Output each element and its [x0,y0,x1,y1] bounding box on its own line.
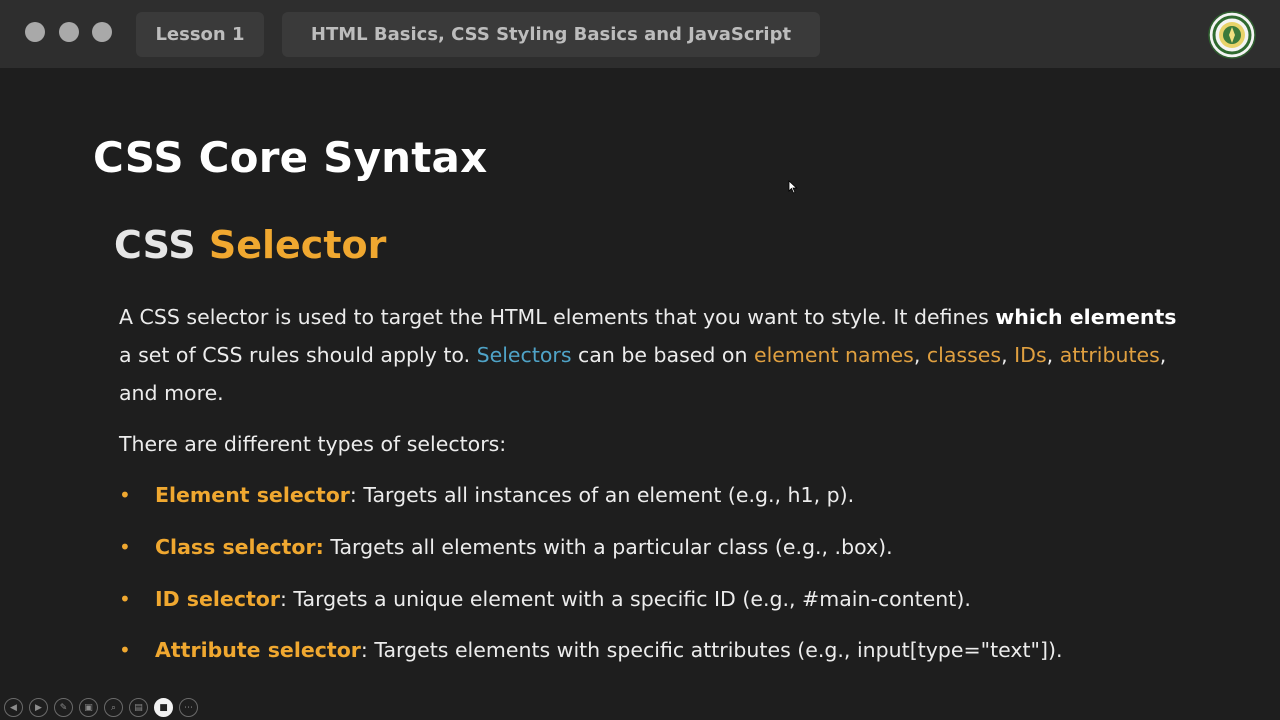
slideshow-controls: ◀ ▶ ✎ ▣ ⌕ ▤ ■ ⋯ [4,698,198,717]
section-title-highlight: Selector [208,223,387,267]
intro-paragraph: A CSS selector is used to target the HTM… [119,298,1179,412]
tab-lesson-label: Lesson 1 [155,24,245,45]
presentation-topbar: Lesson 1 HTML Basics, CSS Styling Basics… [0,0,1280,68]
slide-title: CSS Core Syntax [93,133,488,182]
bullet-content: Element selector: Targets all instances … [155,477,854,513]
slides-icon[interactable]: ▣ [79,698,98,717]
intro-highlight-classes: classes [926,343,1002,367]
window-maximize-dot[interactable] [92,22,112,42]
bullet-content: Attribute selector: Targets elements wit… [155,632,1063,668]
prev-slide-icon[interactable]: ◀ [4,698,23,717]
intro-text-2: a set of CSS rules should apply to. [119,343,477,367]
window-close-dot[interactable] [25,22,45,42]
next-slide-icon[interactable]: ▶ [29,698,48,717]
tab-course-title-label: HTML Basics, CSS Styling Basics and Java… [310,24,792,45]
tab-lesson[interactable]: Lesson 1 [136,12,264,57]
camera-icon[interactable]: ■ [154,698,173,717]
zoom-icon[interactable]: ⌕ [104,698,123,717]
intro-highlight-selectors: Selectors [476,343,572,367]
bullet-dot-icon: • [119,535,131,559]
bullet-description: : Targets a unique element with a specif… [279,587,971,611]
tab-course-title[interactable]: HTML Basics, CSS Styling Basics and Java… [282,12,820,57]
bullet-description: Targets all elements with a particular c… [323,535,893,559]
mouse-pointer-icon [788,180,798,194]
bullet-term: Attribute selector [155,638,361,662]
bullet-dot-icon: • [119,483,131,507]
intro-highlight-attributes: attributes [1059,343,1160,367]
intro-text-1: A CSS selector is used to target the HTM… [119,305,996,329]
types-intro-paragraph: There are different types of selectors: [119,432,507,456]
window-minimize-dot[interactable] [59,22,79,42]
intro-highlight-ids: IDs [1014,343,1047,367]
section-title: CSS Selector [114,223,386,267]
intro-highlight-element-names: element names [753,343,914,367]
bullet-dot-icon: • [119,587,131,611]
bullet-term: Element selector [155,483,350,507]
bullet-content: Class selector: Targets all elements wit… [155,529,893,565]
subtitles-icon[interactable]: ▤ [129,698,148,717]
intro-text-6: , [1046,343,1060,367]
bullet-content: ID selector: Targets a unique element wi… [155,581,971,617]
intro-text-5: , [1001,343,1015,367]
bullet-description: : Targets all instances of an element (e… [349,483,855,507]
intro-bold-which-elements: which elements [995,305,1177,329]
university-seal-logo [1208,11,1256,59]
section-title-prefix: CSS [114,223,196,267]
more-icon[interactable]: ⋯ [179,698,198,717]
bullet-dot-icon: • [119,638,131,662]
pen-icon[interactable]: ✎ [54,698,73,717]
intro-text-4: , [913,343,927,367]
intro-text-3: can be based on [571,343,754,367]
bullet-description: : Targets elements with specific attribu… [360,638,1063,662]
bullet-term: Class selector: [155,535,324,559]
bullet-term: ID selector [155,587,280,611]
